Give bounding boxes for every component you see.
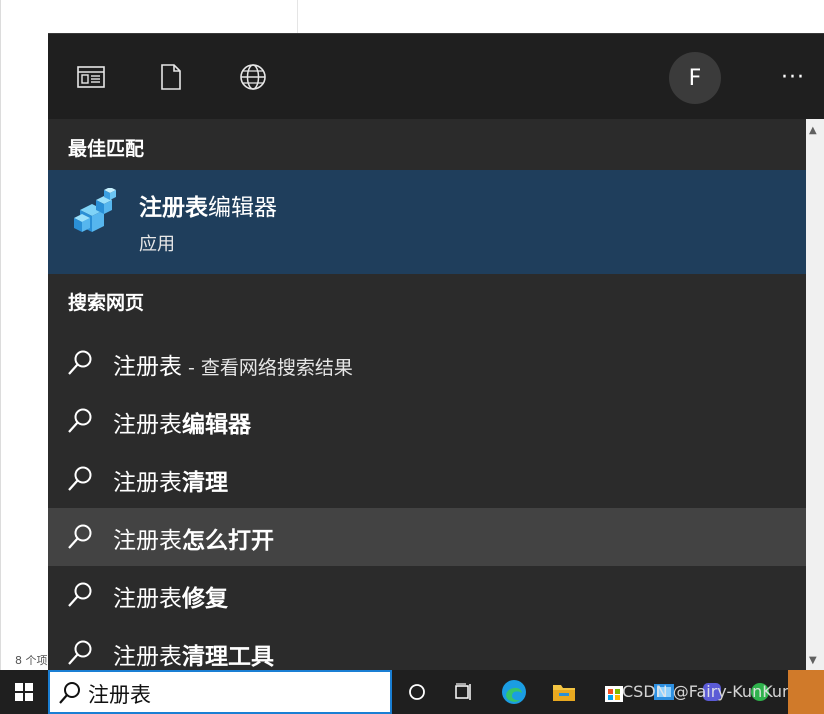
globe-icon[interactable] [238,62,268,92]
web-search-suggestion[interactable]: 注册表 - 查看网络搜索结果 [48,334,806,392]
search-icon [66,639,94,667]
web-search-suggestion[interactable]: 注册表怎么打开 [48,508,806,566]
start-button[interactable] [0,670,48,714]
best-match-heading: 最佳匹配 [68,138,145,160]
search-panel-toolbar: F ··· [48,33,824,119]
apps-icon[interactable] [76,62,106,92]
search-results: 最佳匹配 注册表编辑器 应用 搜索网页 注册表 - 查看网络搜索结果 注册表编辑… [48,119,806,670]
best-match-result[interactable]: 注册表编辑器 应用 [48,170,806,274]
scroll-down-icon[interactable]: ▼ [809,655,817,666]
start-search-panel: F ··· 最佳匹配 注册表编辑器 应用 搜索网页 注册表 - 查看网络搜索结果… [48,33,824,670]
more-options-button[interactable]: ··· [773,60,813,94]
search-icon [66,407,94,435]
task-view-icon[interactable] [449,678,477,706]
suggestion-text: 注册表编辑器 [113,412,251,438]
best-match-title: 注册表编辑器 [139,195,277,221]
search-icon [66,465,94,493]
web-search-suggestion[interactable]: 注册表清理 [48,450,806,508]
search-icon [66,581,94,609]
registry-editor-icon [72,187,122,240]
taskbar-search-input[interactable]: 注册表 [48,670,392,714]
web-search-suggestion[interactable]: 注册表修复 [48,566,806,624]
search-icon [66,349,94,377]
web-search-heading: 搜索网页 [68,292,145,314]
status-bar-item-count: 8 个项 [15,654,48,667]
search-icon [58,681,82,705]
results-scrollbar[interactable]: ▲ ▼ [806,119,824,670]
pinned-app-icon-4[interactable] [788,670,824,714]
suggestion-text: 注册表清理 [113,470,228,496]
web-search-suggestion[interactable]: 注册表清理工具 [48,624,806,670]
cortana-icon[interactable] [403,678,431,706]
suggestion-text: 注册表清理工具 [113,644,274,670]
taskbar: 注册表 CSDN @Fairy-KunKun [0,670,824,714]
suggestion-text: 注册表怎么打开 [113,528,274,554]
suggestion-text: 注册表 - 查看网络搜索结果 [113,354,353,380]
edge-browser-icon[interactable] [500,678,528,706]
file-explorer-icon[interactable] [550,678,578,706]
scroll-up-icon[interactable]: ▲ [809,125,817,136]
window-border [0,0,1,670]
best-match-type: 应用 [139,234,175,255]
web-search-suggestion[interactable]: 注册表编辑器 [48,392,806,450]
windows-logo-icon [15,683,33,701]
user-avatar[interactable]: F [669,52,721,104]
search-query-text: 注册表 [88,683,151,707]
toolbar-divider [297,0,298,34]
watermark-text: CSDN @Fairy-KunKun [622,682,793,701]
suggestion-text: 注册表修复 [113,586,228,612]
document-icon[interactable] [156,62,186,92]
search-icon [66,523,94,551]
